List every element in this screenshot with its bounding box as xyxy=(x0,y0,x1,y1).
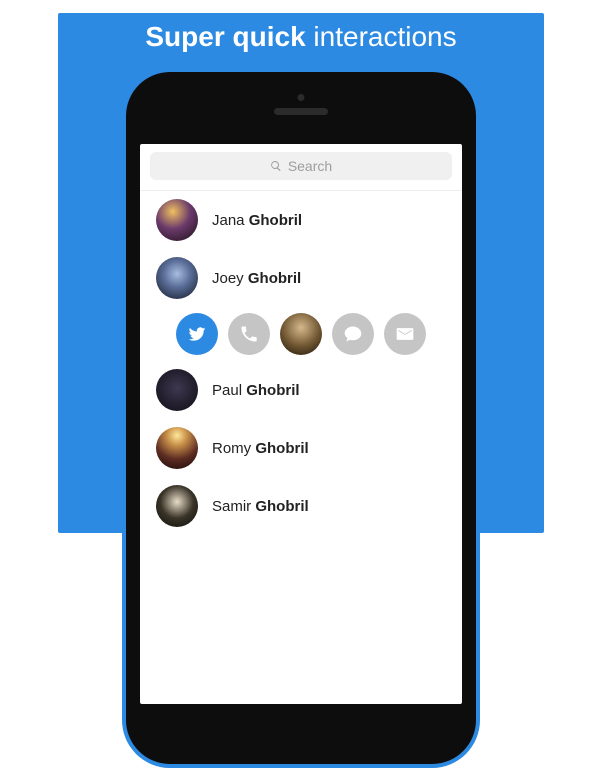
contact-row[interactable]: Romy Ghobril xyxy=(140,419,462,477)
phone-speaker xyxy=(274,108,328,115)
contact-name: Jana Ghobril xyxy=(212,212,302,229)
search-bar[interactable]: Search xyxy=(140,144,462,191)
contact-row[interactable]: Paul Ghobril xyxy=(140,361,462,419)
twitter-icon xyxy=(187,324,207,344)
app-screen: Search Jana Ghobril Joey xyxy=(140,144,462,704)
quick-actions-row xyxy=(140,307,462,361)
volume-up-button xyxy=(113,198,119,232)
promo-panel: Super quick interactions Search xyxy=(58,13,544,533)
contact-avatar-button[interactable] xyxy=(280,313,322,355)
mute-switch xyxy=(113,156,119,178)
avatar xyxy=(156,427,198,469)
avatar xyxy=(280,313,322,355)
headline: Super quick interactions xyxy=(58,21,544,53)
avatar xyxy=(156,369,198,411)
search-icon xyxy=(270,160,282,172)
phone-body: Search Jana Ghobril Joey xyxy=(126,72,476,764)
avatar xyxy=(156,485,198,527)
contact-row[interactable]: Jana Ghobril xyxy=(140,191,462,249)
avatar xyxy=(156,199,198,241)
mail-icon xyxy=(395,324,415,344)
contact-row[interactable]: Samir Ghobril xyxy=(140,477,462,535)
contact-name: Paul Ghobril xyxy=(212,382,300,399)
contact-name: Joey Ghobril xyxy=(212,270,301,287)
headline-rest: interactions xyxy=(313,21,456,52)
phone-icon xyxy=(239,324,259,344)
phone-frame: Search Jana Ghobril Joey xyxy=(122,68,480,768)
contact-name: Romy Ghobril xyxy=(212,440,309,457)
phone-camera xyxy=(298,94,305,101)
headline-bold: Super quick xyxy=(145,21,305,52)
mail-button[interactable] xyxy=(384,313,426,355)
contact-name: Samir Ghobril xyxy=(212,498,309,515)
phone-button[interactable] xyxy=(228,313,270,355)
volume-down-button xyxy=(113,244,119,278)
message-icon xyxy=(343,324,363,344)
avatar xyxy=(156,257,198,299)
contact-list: Jana Ghobril Joey Ghobril xyxy=(140,191,462,535)
message-button[interactable] xyxy=(332,313,374,355)
contact-row[interactable]: Joey Ghobril xyxy=(140,249,462,307)
twitter-button[interactable] xyxy=(176,313,218,355)
search-placeholder: Search xyxy=(288,158,332,174)
